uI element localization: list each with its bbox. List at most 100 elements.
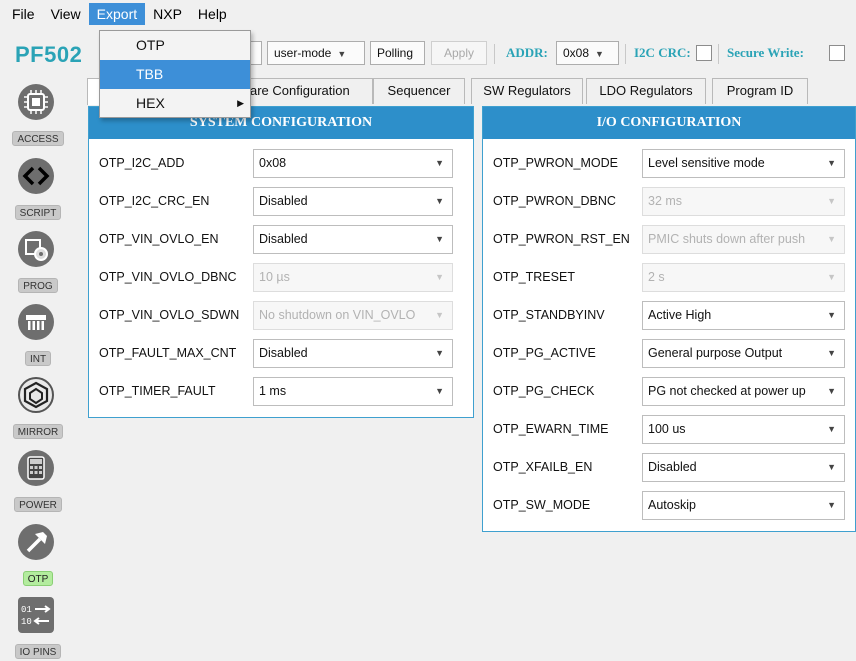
config-row: OTP_XFAILB_EN Disabled ▼	[483, 449, 855, 487]
chevron-down-icon: ▼	[435, 234, 444, 244]
config-row-label: OTP_PWRON_MODE	[493, 156, 619, 170]
config-row: OTP_VIN_OVLO_EN Disabled ▼	[89, 221, 473, 259]
gear-chip-icon	[18, 231, 54, 267]
config-row: OTP_SW_MODE Autoskip ▼	[483, 487, 855, 525]
addr-select[interactable]: 0x08 ▼	[556, 41, 619, 65]
chevron-down-icon: ▼	[337, 49, 347, 59]
config-row-label: OTP_I2C_CRC_EN	[99, 194, 210, 208]
tab-hardware-configuration[interactable]: are Configuration	[239, 78, 373, 104]
config-select[interactable]: 2 s ▼	[642, 263, 845, 292]
chip-icon	[18, 84, 54, 120]
sidebar-item-script[interactable]: SCRIPT	[8, 158, 68, 230]
config-select-value: 10 µs	[259, 270, 290, 284]
config-select[interactable]: General purpose Output ▼	[642, 339, 845, 368]
chevron-down-icon: ▼	[827, 462, 836, 472]
config-select[interactable]: 32 ms ▼	[642, 187, 845, 216]
sidebar-item-label: POWER	[14, 497, 62, 512]
config-select[interactable]: PMIC shuts down after push ▼	[642, 225, 845, 254]
polling-button[interactable]: Polling	[370, 41, 425, 65]
config-row-label: OTP_XFAILB_EN	[493, 460, 593, 474]
tab-ldo-regulators[interactable]: LDO Regulators	[586, 78, 706, 104]
io-configuration-panel: I/O CONFIGURATION OTP_PWRON_MODE Level se…	[482, 106, 856, 532]
chevron-down-icon: ▼	[827, 386, 836, 396]
config-select[interactable]: Autoskip ▼	[642, 491, 845, 520]
chevron-down-icon: ▼	[435, 348, 444, 358]
tab-sw-regulators[interactable]: SW Regulators	[471, 78, 583, 104]
config-select-value: No shutdown on VIN_OVLO	[259, 308, 416, 322]
config-select[interactable]: 1 ms ▼	[253, 377, 453, 406]
sidebar-item-label: PROG	[18, 278, 58, 293]
tab-program-id[interactable]: Program ID	[712, 78, 808, 104]
chevron-right-icon: ▶	[237, 98, 244, 108]
export-menu-hex[interactable]: HEX ▶	[100, 89, 250, 118]
chevron-down-icon: ▼	[827, 424, 836, 434]
config-row: OTP_EWARN_TIME 100 us ▼	[483, 411, 855, 449]
config-row-label: OTP_EWARN_TIME	[493, 422, 609, 436]
config-select[interactable]: Disabled ▼	[253, 225, 453, 254]
sidebar-item-label: OTP	[22, 571, 54, 586]
chevron-down-icon: ▼	[435, 272, 444, 282]
config-row-label: OTP_STANDBYINV	[493, 308, 605, 322]
config-row: OTP_PWRON_RST_EN PMIC shuts down after pu…	[483, 221, 855, 259]
chevron-down-icon: ▼	[827, 196, 836, 206]
mode-select[interactable]: user-mode ▼	[267, 41, 365, 65]
export-menu-otp[interactable]: OTP	[100, 31, 250, 60]
chevron-down-icon: ▼	[827, 500, 836, 510]
sidebar-item-mirror[interactable]: MIRROR	[8, 377, 68, 449]
config-select[interactable]: PG not checked at power up ▼	[642, 377, 845, 406]
config-select[interactable]: Level sensitive mode ▼	[642, 149, 845, 178]
system-configuration-panel: SYSTEM CONFIGURATION OTP_I2C_ADD 0x08 ▼ OTP…	[88, 106, 474, 418]
config-row: OTP_STANDBYINV Active High ▼	[483, 297, 855, 335]
config-row: OTP_VIN_OVLO_DBNC 10 µs ▼	[89, 259, 473, 297]
svg-text:10: 10	[21, 617, 32, 627]
sidebar-item-label: INT	[24, 351, 52, 366]
config-select[interactable]: Disabled ▼	[642, 453, 845, 482]
config-select-value: Disabled	[259, 346, 308, 360]
tab-sequencer[interactable]: Sequencer	[373, 78, 465, 104]
sidebar-item-int[interactable]: INT	[8, 304, 68, 376]
menu-nxp[interactable]: NXP	[145, 3, 190, 25]
config-row-label: OTP_PWRON_RST_EN	[493, 232, 630, 246]
sidebar-item-otp[interactable]: OTP	[8, 524, 68, 596]
sidebar-item-io-pins[interactable]: 01 10 IO PINS	[8, 597, 68, 661]
config-row-label: OTP_VIN_OVLO_SDWN	[99, 308, 240, 322]
config-select[interactable]: Disabled ▼	[253, 339, 453, 368]
config-select-value: 0x08	[259, 156, 287, 170]
pins-icon	[18, 304, 54, 340]
config-select-value: Disabled	[259, 194, 308, 208]
config-select[interactable]: Active High ▼	[642, 301, 845, 330]
menu-view[interactable]: View	[43, 3, 89, 25]
menu-help[interactable]: Help	[190, 3, 235, 25]
config-row-label: OTP_FAULT_MAX_CNT	[99, 346, 237, 360]
config-row: OTP_I2C_CRC_EN Disabled ▼	[89, 183, 473, 221]
export-menu-tbb[interactable]: TBB	[100, 60, 250, 89]
config-select-value: 2 s	[648, 270, 665, 284]
io-arrows-icon: 01 10	[18, 597, 54, 633]
secure-write-checkbox[interactable]	[829, 45, 845, 61]
chevron-down-icon: ▼	[827, 158, 836, 168]
mirror-icon	[18, 377, 54, 413]
sidebar-item-prog[interactable]: PROG	[8, 231, 68, 303]
config-select[interactable]: No shutdown on VIN_OVLO ▼	[253, 301, 453, 330]
config-select[interactable]: 100 us ▼	[642, 415, 845, 444]
config-select-value: PMIC shuts down after push	[648, 232, 806, 246]
config-select-value: 1 ms	[259, 384, 287, 398]
config-select[interactable]: Disabled ▼	[253, 187, 453, 216]
apply-button[interactable]: Apply	[431, 41, 487, 65]
sidebar-item-power[interactable]: POWER	[8, 450, 68, 522]
config-select-value: Disabled	[259, 232, 308, 246]
menu-item-label: HEX	[136, 95, 165, 111]
sidebar-item-access[interactable]: ACCESS	[8, 84, 68, 156]
calculator-icon	[18, 450, 54, 486]
chevron-down-icon: ▼	[435, 196, 444, 206]
sidebar-item-label: SCRIPT	[14, 205, 62, 220]
config-select[interactable]: 10 µs ▼	[253, 263, 453, 292]
config-select[interactable]: 0x08 ▼	[253, 149, 453, 178]
chevron-down-icon: ▼	[435, 310, 444, 320]
config-select-value: 32 ms	[648, 194, 683, 208]
i2c-crc-checkbox[interactable]	[696, 45, 712, 61]
menu-export[interactable]: Export	[88, 3, 146, 25]
menu-file[interactable]: File	[4, 3, 43, 25]
addr-select-value: 0x08	[563, 46, 590, 60]
export-menu: OTP TBB HEX ▶	[99, 30, 251, 118]
